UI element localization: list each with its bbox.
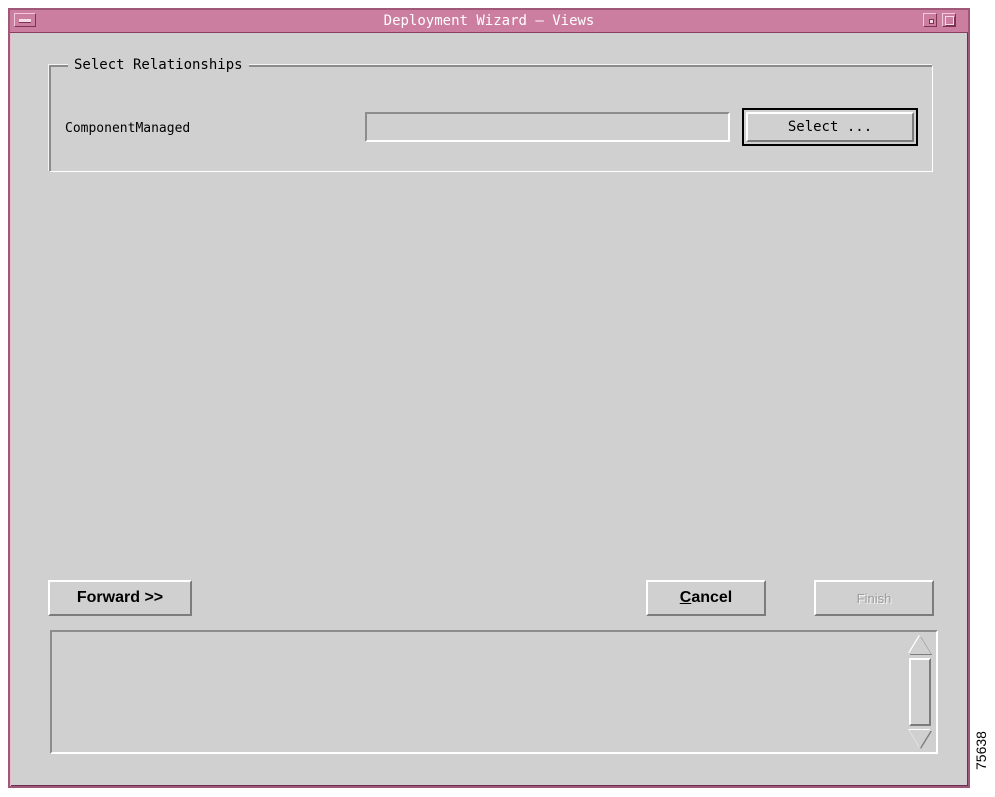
forward-button-label: Forward >> — [76, 589, 164, 606]
select-button[interactable]: Select ... — [742, 108, 918, 146]
maximize-icon — [945, 16, 954, 25]
minimize-button[interactable] — [923, 13, 937, 27]
maximize-button[interactable] — [942, 13, 956, 27]
finish-button-label: Finish — [856, 590, 892, 606]
message-log[interactable] — [50, 630, 938, 754]
relationship-label: ComponentManaged — [65, 121, 191, 136]
scroll-up-arrow-icon[interactable] — [909, 636, 931, 654]
relationship-value-field[interactable] — [365, 112, 730, 142]
scroll-thumb[interactable] — [909, 658, 931, 726]
cancel-button-label: ancel — [691, 589, 733, 606]
group-title: Select Relationships — [68, 57, 249, 73]
minimize-icon — [929, 19, 934, 24]
forward-button[interactable]: Forward >> — [48, 580, 192, 616]
message-log-text — [56, 636, 896, 748]
log-scrollbar[interactable] — [906, 634, 934, 750]
scroll-down-arrow-icon[interactable] — [909, 730, 931, 748]
finish-button[interactable]: Finish — [814, 580, 934, 616]
figure-number: 75638 — [973, 731, 989, 770]
cancel-mnemonic: C — [679, 589, 692, 606]
title-bar[interactable]: Deployment Wizard — Views — [10, 10, 968, 33]
deployment-wizard-window: Deployment Wizard — Views Select Relatio… — [8, 8, 970, 788]
cancel-button[interactable]: Cancel — [646, 580, 766, 616]
window-title: Deployment Wizard — Views — [383, 13, 595, 29]
select-button-label: Select ... — [746, 112, 914, 142]
